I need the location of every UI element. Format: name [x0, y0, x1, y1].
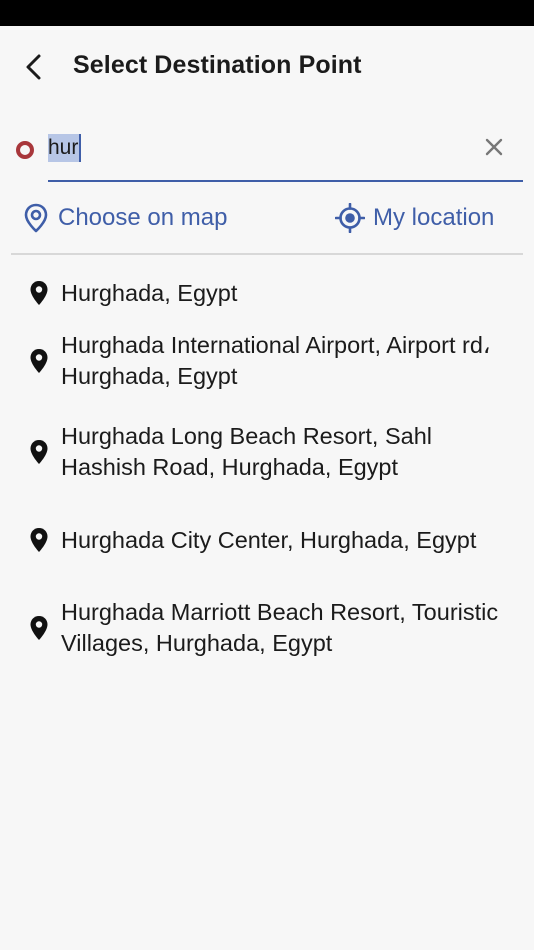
chevron-left-icon	[26, 54, 41, 80]
app-header: Select Destination Point	[0, 26, 534, 110]
list-item[interactable]: Hurghada Marriott Beach Resort, Touristi…	[0, 597, 534, 659]
result-label: Hurghada International Airport, Airport …	[61, 332, 491, 389]
clear-search-button[interactable]	[481, 134, 507, 160]
map-pin-icon	[28, 279, 50, 307]
destination-picker-screen: Select Destination Point hur Choose on m…	[0, 26, 534, 950]
result-label: Hurghada, Egypt	[61, 279, 238, 306]
map-pin-icon	[28, 614, 50, 642]
list-item[interactable]: Hurghada International Airport, Airport …	[0, 330, 534, 392]
map-pin-icon	[28, 347, 50, 375]
list-item[interactable]: Hurghada Long Beach Resort, Sahl Hashish…	[0, 421, 534, 483]
crosshair-location-icon	[335, 203, 365, 233]
search-row: hur	[0, 122, 534, 184]
my-location-label: My location	[373, 204, 495, 231]
divider	[11, 253, 523, 255]
choose-on-map-button[interactable]: Choose on map	[22, 198, 227, 238]
map-pin-icon	[28, 438, 50, 466]
status-bar	[0, 0, 534, 26]
search-input[interactable]: hur	[48, 134, 82, 162]
close-icon	[485, 138, 503, 156]
map-pin-icon	[28, 526, 50, 554]
list-item[interactable]: Hurghada, Egypt	[0, 270, 534, 316]
back-button[interactable]	[14, 46, 54, 88]
choose-on-map-label: Choose on map	[58, 204, 228, 231]
search-results-list: Hurghada, Egypt Hurghada International A…	[0, 270, 534, 659]
origin-circle-icon	[15, 140, 35, 160]
page-title: Select Destination Point	[73, 51, 362, 79]
my-location-button[interactable]: My location	[335, 198, 494, 238]
options-row: Choose on map My location	[0, 198, 534, 244]
search-field[interactable]: hur	[48, 122, 523, 182]
result-label: Hurghada City Center, Hurghada, Egypt	[61, 526, 477, 553]
result-label: Hurghada Long Beach Resort, Sahl Hashish…	[61, 423, 433, 480]
result-label: Hurghada Marriott Beach Resort, Touristi…	[61, 599, 499, 656]
map-pin-outline-icon	[22, 203, 50, 233]
list-item[interactable]: Hurghada City Center, Hurghada, Egypt	[0, 509, 534, 571]
